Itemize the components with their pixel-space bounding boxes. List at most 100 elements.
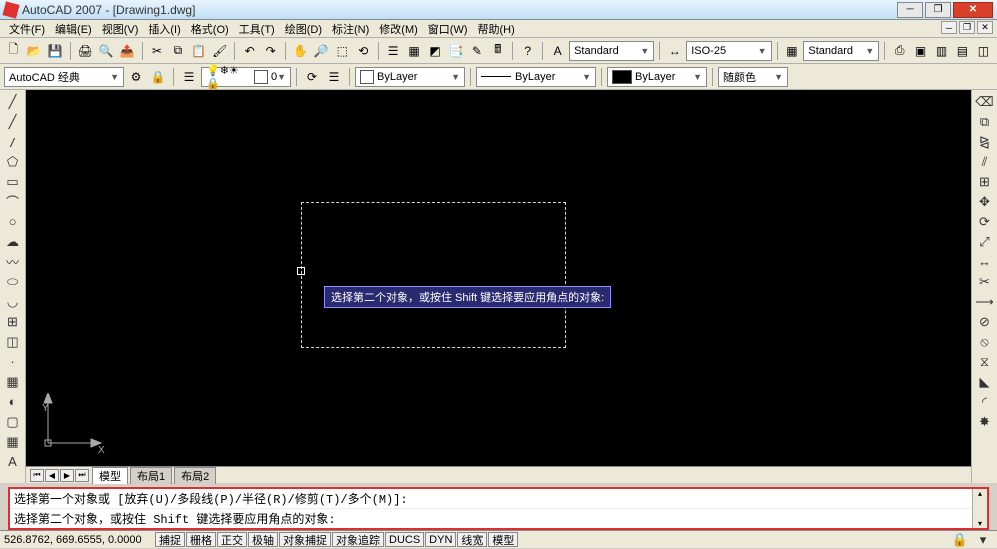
text-style-combo[interactable]: Standard▼ — [569, 41, 654, 61]
rotate-icon[interactable]: ⟳ — [975, 212, 995, 231]
minimize-button[interactable]: ─ — [897, 2, 923, 18]
zoom-win-button[interactable]: ⬚ — [333, 41, 352, 61]
undo-button[interactable]: ↶ — [240, 41, 259, 61]
dyn-toggle[interactable]: DYN — [425, 532, 456, 547]
layer-combo[interactable]: 💡❄☀🔒0▼ — [201, 67, 291, 87]
lineweight-combo[interactable]: ByLayer▼ — [607, 67, 707, 87]
copy-button[interactable]: ⧉ — [168, 41, 187, 61]
tab-next-button[interactable]: ▶ — [60, 469, 74, 482]
erase-icon[interactable]: ⌫ — [975, 92, 995, 111]
ellipse-arc-icon[interactable]: ◡ — [3, 292, 23, 311]
tab-first-button[interactable]: ⏮ — [30, 469, 44, 482]
print-button[interactable]: 🖨 — [76, 41, 95, 61]
maximize-button[interactable]: ❐ — [925, 2, 951, 18]
publish-button[interactable]: 📤 — [118, 41, 137, 61]
pan-button[interactable]: ✋ — [291, 41, 310, 61]
markup-button[interactable]: ✎ — [467, 41, 486, 61]
menu-format[interactable]: 格式(O) — [186, 21, 234, 37]
polygon-icon[interactable]: ⬠ — [3, 152, 23, 171]
point-icon[interactable]: · — [3, 352, 23, 371]
join-icon[interactable]: ⧖ — [975, 352, 995, 371]
menu-tools[interactable]: 工具(T) — [234, 21, 280, 37]
paste-button[interactable]: 📋 — [189, 41, 208, 61]
menu-edit[interactable]: 编辑(E) — [50, 21, 97, 37]
mtext-icon[interactable]: A — [3, 452, 23, 471]
explode-icon[interactable]: ✸ — [975, 412, 995, 431]
model-toggle[interactable]: 模型 — [488, 532, 518, 547]
layer-prev-button[interactable]: ⟳ — [302, 67, 322, 87]
menu-file[interactable]: 文件(F) — [4, 21, 50, 37]
tab-layout1[interactable]: 布局1 — [130, 467, 172, 484]
tp-button[interactable]: ◩ — [426, 41, 445, 61]
ssm-button[interactable]: 📑 — [447, 41, 466, 61]
tb-b2[interactable]: ▣ — [911, 41, 930, 61]
table-style-button[interactable]: ▦ — [782, 41, 801, 61]
help-button[interactable]: ? — [518, 41, 537, 61]
region-icon[interactable]: ▢ — [3, 412, 23, 431]
make-block-icon[interactable]: ◫ — [3, 332, 23, 351]
table-style-combo[interactable]: Standard▼ — [803, 41, 879, 61]
ortho-toggle[interactable]: 正交 — [217, 532, 247, 547]
menu-insert[interactable]: 插入(I) — [143, 21, 185, 37]
array-icon[interactable]: ⊞ — [975, 172, 995, 191]
dim-style-combo[interactable]: ISO-25▼ — [686, 41, 771, 61]
tab-model[interactable]: 模型 — [92, 467, 128, 484]
new-button[interactable]: 🗋 — [4, 41, 23, 61]
osnap-toggle[interactable]: 对象捕捉 — [279, 532, 331, 547]
child-close-button[interactable]: ✕ — [977, 21, 993, 34]
pline-icon[interactable]: Ⳇ — [3, 132, 23, 151]
zoom-prev-button[interactable]: ⟲ — [354, 41, 373, 61]
command-scrollbar[interactable]: ▴▾ — [972, 489, 987, 528]
ducs-toggle[interactable]: DUCS — [385, 532, 424, 547]
table-icon[interactable]: ▦ — [3, 432, 23, 451]
menu-dimension[interactable]: 标注(N) — [327, 21, 374, 37]
gradient-icon[interactable]: ◐ — [3, 392, 23, 411]
trim-icon[interactable]: ✂ — [975, 272, 995, 291]
extend-icon[interactable]: ⟶ — [975, 292, 995, 311]
text-style-button[interactable]: A — [548, 41, 567, 61]
coordinates[interactable]: 526.8762, 669.6555, 0.0000 — [4, 534, 154, 546]
tb-b4[interactable]: ▤ — [953, 41, 972, 61]
child-minimize-button[interactable]: ─ — [941, 21, 957, 34]
break-pt-icon[interactable]: ⊘ — [975, 312, 995, 331]
spline-icon[interactable]: 〰 — [3, 252, 23, 271]
command-window[interactable]: 选择第一个对象或 [放弃(U)/多段线(P)/半径(R)/修剪(T)/多个(M)… — [8, 487, 989, 530]
tb-b5[interactable]: ◫ — [974, 41, 993, 61]
grid-toggle[interactable]: 栅格 — [186, 532, 216, 547]
insert-block-icon[interactable]: ⊞ — [3, 312, 23, 331]
cut-button[interactable]: ✂ — [148, 41, 167, 61]
break-icon[interactable]: ⦸ — [975, 332, 995, 351]
ws-lock-button[interactable]: 🔒 — [148, 67, 168, 87]
menu-window[interactable]: 窗口(W) — [423, 21, 473, 37]
tb-b1[interactable]: ⎙ — [890, 41, 909, 61]
preview-button[interactable]: 🔍 — [97, 41, 116, 61]
menu-help[interactable]: 帮助(H) — [473, 21, 520, 37]
hatch-icon[interactable]: ▦ — [3, 372, 23, 391]
match-button[interactable]: 🖌 — [210, 41, 229, 61]
revcloud-icon[interactable]: ☁ — [3, 232, 23, 251]
ws-settings-button[interactable]: ⚙ — [126, 67, 146, 87]
layer-mgr-button[interactable]: ☰ — [179, 67, 199, 87]
child-restore-button[interactable]: ❐ — [959, 21, 975, 34]
drawing-canvas[interactable]: 选择第二个对象，或按住 Shift 键选择要应用角点的对象: Y X — [26, 90, 971, 466]
tb-b3[interactable]: ▥ — [932, 41, 951, 61]
copy-obj-icon[interactable]: ⧉ — [975, 112, 995, 131]
mirror-icon[interactable]: ⧎ — [975, 132, 995, 151]
lwt-toggle[interactable]: 线宽 — [457, 532, 487, 547]
tray-menu-icon[interactable]: ▾ — [973, 530, 993, 549]
chamfer-icon[interactable]: ◣ — [975, 372, 995, 391]
calc-button[interactable]: 🖩 — [488, 41, 507, 61]
menu-modify[interactable]: 修改(M) — [374, 21, 423, 37]
scale-icon[interactable]: ⤢ — [975, 232, 995, 251]
offset-icon[interactable]: ⫽ — [975, 152, 995, 171]
tab-prev-button[interactable]: ◀ — [45, 469, 59, 482]
linetype-combo[interactable]: ByLayer▼ — [476, 67, 596, 87]
tray-lock-icon[interactable]: 🔒 — [950, 530, 970, 549]
snap-toggle[interactable]: 捕捉 — [155, 532, 185, 547]
line-icon[interactable]: ╱ — [3, 92, 23, 111]
menu-view[interactable]: 视图(V) — [97, 21, 144, 37]
dim-style-button[interactable]: ↔ — [665, 41, 684, 61]
rect-icon[interactable]: ▭ — [3, 172, 23, 191]
fillet-icon[interactable]: ◜ — [975, 392, 995, 411]
layer-states-button[interactable]: ☰ — [324, 67, 344, 87]
